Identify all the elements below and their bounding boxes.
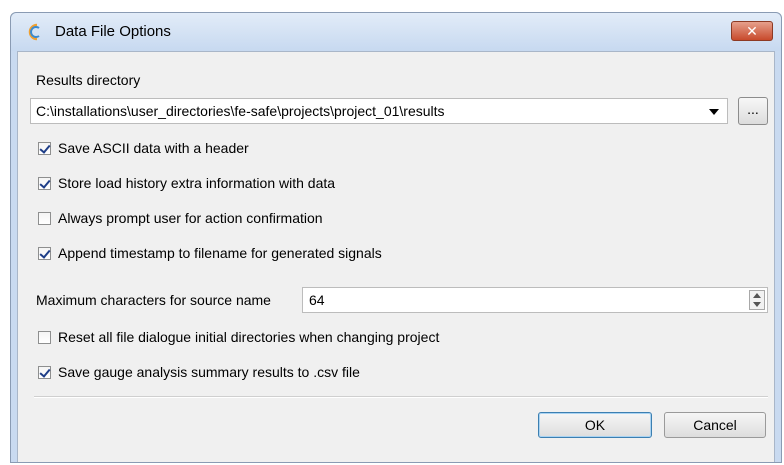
max-chars-value: 64: [309, 292, 325, 308]
divider: [34, 396, 768, 398]
app-logo-icon: [28, 23, 40, 41]
checkbox-label: Append timestamp to filename for generat…: [58, 245, 382, 261]
results-directory-label: Results directory: [36, 72, 141, 88]
results-directory-value: C:\installations\user_directories\fe-saf…: [36, 103, 445, 119]
spin-down-icon[interactable]: [753, 302, 761, 307]
dialog-body: Results directory C:\installations\user_…: [17, 51, 775, 462]
close-icon: ✕: [746, 23, 758, 39]
browse-button[interactable]: ...: [738, 97, 768, 125]
max-chars-spinbox[interactable]: 64: [302, 287, 768, 313]
chevron-down-icon[interactable]: [709, 109, 719, 115]
checkbox[interactable]: [38, 366, 51, 379]
checkbox[interactable]: [38, 247, 51, 260]
title-bar: Data File Options ✕: [11, 13, 781, 51]
checkbox-label: Save ASCII data with a header: [58, 140, 249, 156]
checkbox-label: Save gauge analysis summary results to .…: [58, 364, 360, 380]
close-button[interactable]: ✕: [731, 21, 773, 41]
ok-button[interactable]: OK: [538, 412, 652, 438]
checkbox-label: Always prompt user for action confirmati…: [58, 210, 323, 226]
cancel-button[interactable]: Cancel: [664, 412, 766, 438]
data-file-options-dialog: Data File Options ✕ Results directory C:…: [10, 12, 782, 463]
results-directory-combobox[interactable]: C:\installations\user_directories\fe-saf…: [30, 98, 728, 124]
checkbox-label: Store load history extra information wit…: [58, 175, 336, 191]
spin-buttons[interactable]: [749, 290, 765, 310]
dialog-title: Data File Options: [55, 23, 171, 40]
checkbox[interactable]: [38, 142, 51, 155]
checkbox-label: Reset all file dialogue initial director…: [58, 329, 440, 345]
max-chars-label: Maximum characters for source name: [36, 292, 271, 308]
checkbox[interactable]: [38, 177, 51, 190]
checkbox[interactable]: [38, 331, 51, 344]
checkbox[interactable]: [38, 212, 51, 225]
spin-up-icon[interactable]: [753, 293, 761, 298]
